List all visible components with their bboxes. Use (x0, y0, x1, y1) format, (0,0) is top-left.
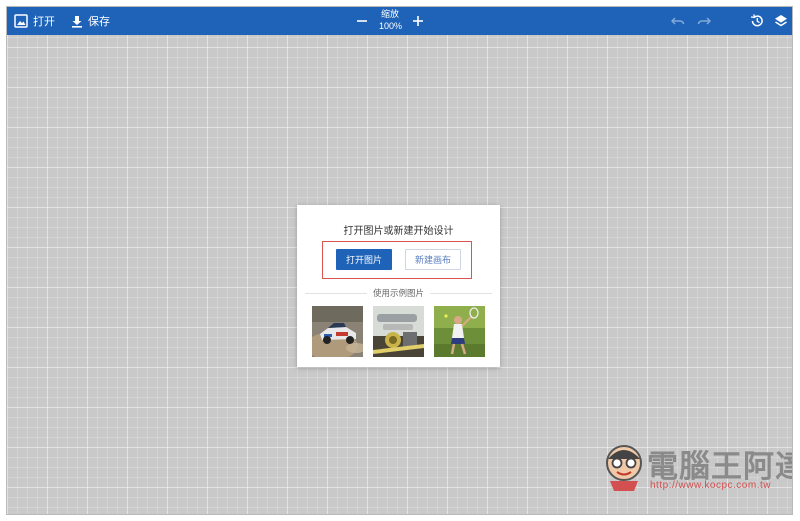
undo-button[interactable] (671, 7, 685, 35)
image-icon (14, 14, 28, 28)
start-dialog: 打开图片或新建开始设计 打开图片 新建画布 使用示例图片 (297, 205, 500, 367)
zoom-in-button[interactable] (413, 7, 423, 35)
sample-images-label: 使用示例图片 (297, 287, 500, 299)
save-label: 保存 (88, 16, 110, 28)
history-button[interactable] (750, 7, 764, 35)
undo-icon (671, 17, 685, 25)
open-image-button[interactable]: 打开图片 (336, 249, 392, 270)
minus-icon (357, 20, 367, 22)
plus-icon (413, 16, 423, 26)
redo-icon (697, 17, 711, 25)
zoom-value: 100% (379, 21, 403, 31)
download-icon (72, 15, 82, 28)
history-icon (750, 14, 763, 27)
watermark: 電腦王阿達 http://www.kocpc.com.tw (602, 439, 792, 495)
editor-window: 打开 保存 缩放 100% 打开图片或新建开始设计 打开图片 新建画布 使用示例… (6, 6, 793, 515)
new-canvas-button[interactable]: 新建画布 (405, 249, 461, 270)
rally-car-image (312, 306, 363, 357)
sample-thumb-rally-car[interactable] (312, 306, 363, 357)
zoom-indicator: 缩放 100% (379, 8, 403, 32)
sample-thumb-tennis[interactable] (434, 306, 485, 357)
watermark-url: http://www.kocpc.com.tw (650, 480, 771, 491)
layers-button[interactable] (774, 7, 788, 35)
dialog-title: 打开图片或新建开始设计 (343, 226, 454, 237)
zoom-out-button[interactable] (357, 7, 367, 35)
tennis-player-image (434, 306, 485, 357)
layers-icon (775, 15, 787, 27)
sample-images-text: 使用示例图片 (368, 288, 428, 298)
sample-thumb-machinery[interactable] (373, 306, 424, 357)
zoom-label: 缩放 (380, 9, 399, 19)
open-label: 打开 (33, 16, 55, 28)
redo-button[interactable] (697, 7, 711, 35)
mascot-logo-icon (606, 445, 642, 491)
machinery-image (373, 306, 424, 357)
open-button[interactable]: 打开 (14, 7, 55, 35)
top-toolbar: 打开 保存 缩放 100% (7, 7, 792, 35)
save-button[interactable]: 保存 (71, 7, 110, 35)
